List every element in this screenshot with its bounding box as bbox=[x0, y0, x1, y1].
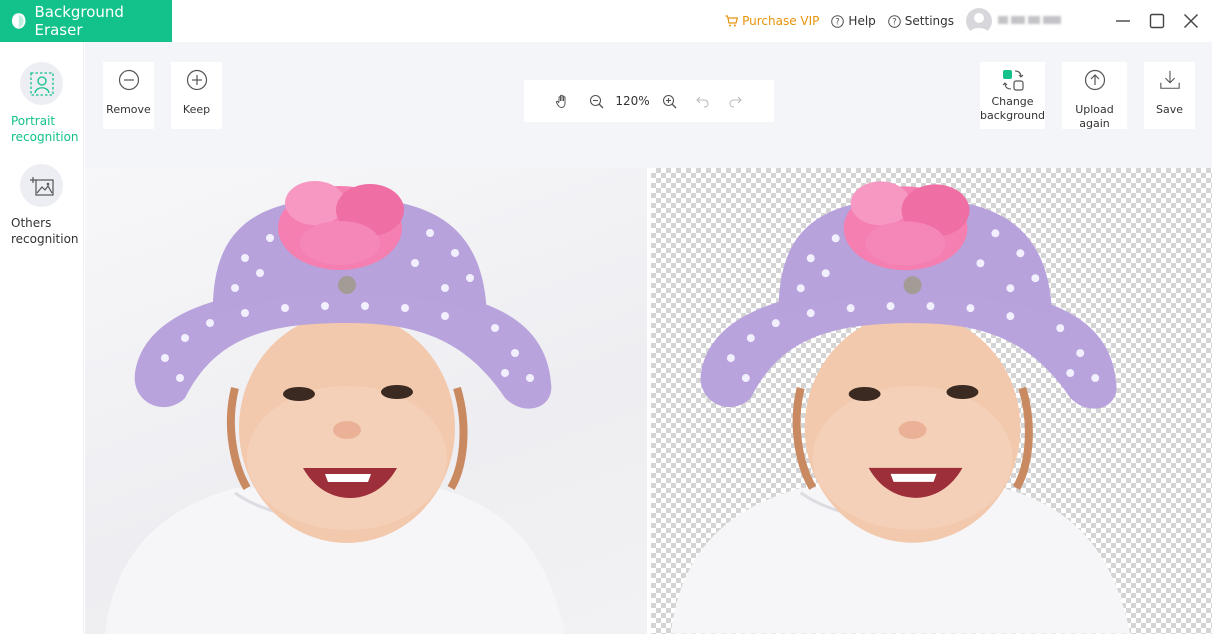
sidebar: Portrait recognition Others recognition bbox=[0, 42, 84, 634]
settings-help-icon: ? bbox=[887, 14, 901, 28]
zoom-level: 120% bbox=[615, 94, 650, 108]
header-actions: Purchase VIP ? Help ? Settings bbox=[725, 0, 1212, 42]
upload-again-button[interactable]: Upload again bbox=[1062, 62, 1127, 130]
sidebar-label-portrait: Portrait recognition bbox=[11, 114, 79, 144]
close-icon bbox=[1184, 14, 1198, 28]
zoom-out-button[interactable] bbox=[580, 94, 613, 109]
plus-circle-icon bbox=[186, 69, 208, 91]
change-background-button[interactable]: Change background bbox=[980, 62, 1045, 129]
user-icon bbox=[969, 13, 989, 34]
result-image-panel[interactable] bbox=[651, 168, 1212, 634]
zoom-toolbar: 120% bbox=[524, 80, 774, 122]
keep-button[interactable]: Keep bbox=[171, 62, 222, 129]
sidebar-label-others: Others recognition bbox=[11, 216, 79, 246]
zoom-out-icon bbox=[589, 94, 603, 108]
zoom-in-button[interactable] bbox=[653, 94, 686, 109]
original-portrait-image bbox=[105, 181, 565, 634]
canvas-area bbox=[85, 168, 1212, 634]
purchase-vip-link[interactable]: Purchase VIP bbox=[725, 14, 819, 28]
upload-again-label: Upload again bbox=[1075, 103, 1114, 130]
svg-text:?: ? bbox=[892, 17, 897, 27]
app-logo-icon bbox=[11, 13, 26, 29]
hand-icon bbox=[555, 94, 566, 109]
help-icon: ? bbox=[831, 14, 845, 28]
undo-icon bbox=[695, 96, 709, 108]
remove-button[interactable]: Remove bbox=[103, 62, 154, 129]
pan-button[interactable] bbox=[547, 93, 580, 109]
close-button[interactable] bbox=[1174, 0, 1208, 42]
pink-flower-shape bbox=[278, 181, 404, 270]
change-background-label: Change background bbox=[979, 95, 1046, 122]
image-sparkle-icon bbox=[20, 164, 63, 207]
undo-button[interactable] bbox=[686, 95, 719, 108]
maximize-icon bbox=[1149, 13, 1165, 29]
minimize-icon bbox=[1116, 20, 1130, 22]
title-bar: Background Eraser Purchase VIP ? Help ? … bbox=[0, 0, 1212, 42]
portrait-icon bbox=[20, 62, 63, 105]
original-image-panel[interactable] bbox=[85, 168, 647, 634]
minimize-button[interactable] bbox=[1106, 0, 1140, 42]
avatar[interactable] bbox=[966, 8, 992, 34]
remove-label: Remove bbox=[106, 103, 151, 116]
help-label: Help bbox=[848, 14, 876, 28]
download-icon bbox=[1159, 69, 1181, 91]
app-title: Background Eraser bbox=[34, 3, 124, 39]
redo-button[interactable] bbox=[719, 95, 752, 108]
sidebar-item-others-recognition[interactable]: Others recognition bbox=[0, 164, 84, 252]
zoom-in-icon bbox=[662, 94, 676, 108]
save-button[interactable]: Save bbox=[1144, 62, 1195, 129]
app-brand: Background Eraser bbox=[0, 0, 172, 42]
cart-icon bbox=[725, 15, 739, 27]
help-link[interactable]: ? Help bbox=[831, 14, 876, 28]
svg-text:?: ? bbox=[836, 17, 841, 27]
workspace: Remove Keep 120% Change background Uploa… bbox=[85, 42, 1212, 634]
upload-icon bbox=[1084, 69, 1106, 91]
minus-circle-icon bbox=[118, 69, 140, 91]
purchase-vip-label: Purchase VIP bbox=[742, 14, 820, 28]
settings-label: Settings bbox=[904, 14, 954, 28]
save-label: Save bbox=[1155, 103, 1183, 116]
username-blurred bbox=[998, 16, 1062, 26]
swap-background-icon bbox=[1001, 68, 1025, 92]
settings-link[interactable]: ? Settings bbox=[887, 14, 954, 28]
redo-icon bbox=[728, 96, 742, 108]
result-portrait-image bbox=[670, 181, 1131, 634]
sidebar-item-portrait-recognition[interactable]: Portrait recognition bbox=[0, 62, 84, 150]
keep-label: Keep bbox=[182, 103, 211, 116]
maximize-button[interactable] bbox=[1140, 0, 1174, 42]
